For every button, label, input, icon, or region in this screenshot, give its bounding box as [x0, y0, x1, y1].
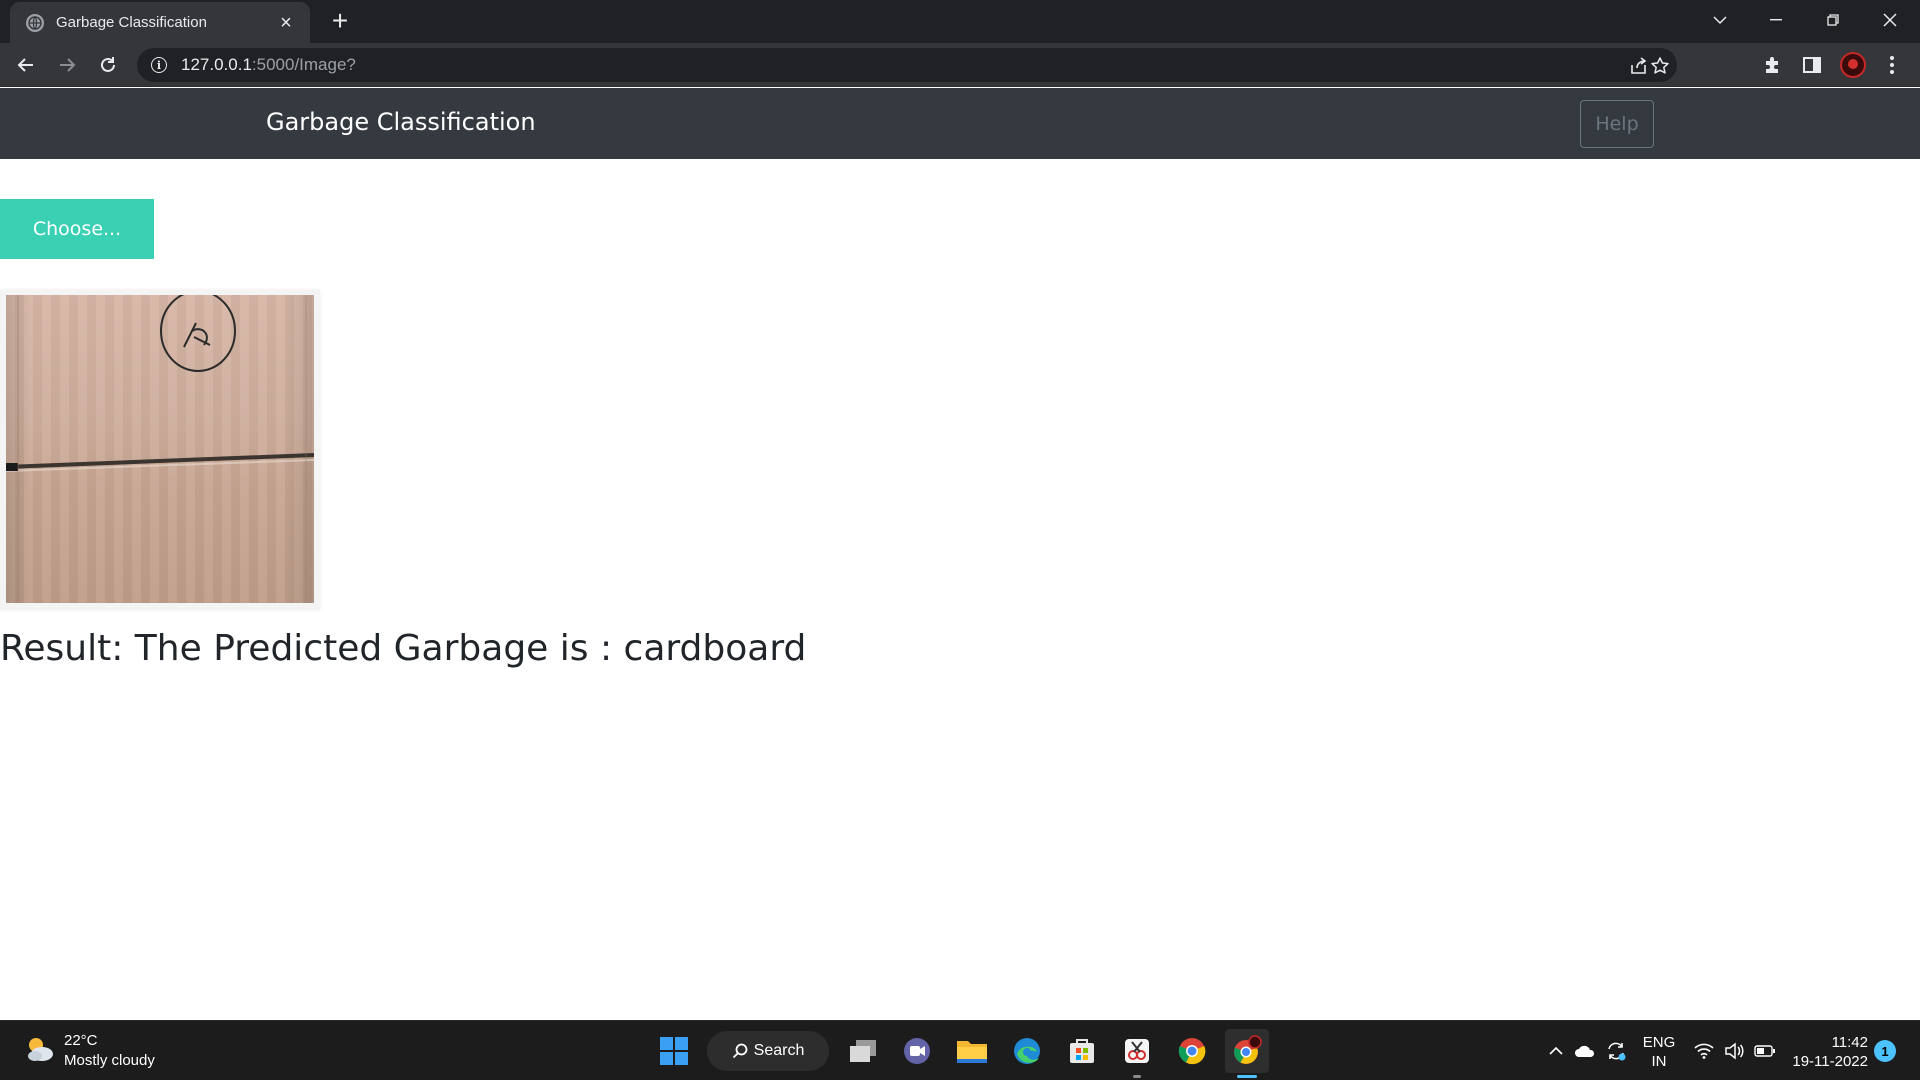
globe-icon [26, 13, 44, 32]
more-menu-icon[interactable] [1880, 53, 1904, 77]
task-view-icon[interactable] [841, 1029, 885, 1073]
windows-taskbar: 22°C Mostly cloudy Search ENG IN 11:42 1… [0, 1020, 1920, 1080]
image-preview [0, 290, 320, 610]
show-hidden-icons-chevron-icon[interactable] [1544, 1021, 1568, 1081]
bookmark-star-icon[interactable] [1649, 55, 1671, 77]
minimize-icon[interactable] [1748, 0, 1804, 40]
file-explorer-icon[interactable] [950, 1029, 994, 1073]
url-host: 127.0.0.1 [181, 55, 252, 74]
notification-badge[interactable]: 1 [1874, 1040, 1896, 1062]
uploaded-cardboard-image [6, 295, 314, 603]
clock-time: 11:42 [1831, 1034, 1868, 1051]
share-icon[interactable] [1628, 55, 1650, 77]
language-code: ENG [1642, 1034, 1676, 1051]
start-button[interactable] [652, 1029, 696, 1073]
wifi-icon[interactable] [1692, 1021, 1716, 1081]
snipping-tool-icon[interactable] [1115, 1029, 1159, 1073]
brand-title[interactable]: Garbage Classification [266, 108, 536, 136]
forward-arrow-icon[interactable] [51, 49, 83, 81]
tab-title: Garbage Classification [56, 14, 207, 31]
profile-avatar[interactable] [1840, 52, 1866, 78]
snipping-tool-running-indicator [1133, 1075, 1141, 1078]
language-region: IN [1651, 1053, 1667, 1070]
side-panel-icon[interactable] [1800, 53, 1824, 77]
teams-chat-icon[interactable] [895, 1029, 939, 1073]
system-clock[interactable]: 11:42 19-11-2022 [1788, 1033, 1868, 1071]
back-arrow-icon[interactable] [10, 49, 42, 81]
battery-icon[interactable] [1752, 1021, 1778, 1081]
tab-search-icon[interactable] [1692, 0, 1748, 40]
new-tab-button[interactable]: + [325, 6, 355, 36]
weather-description: Mostly cloudy [64, 1052, 155, 1069]
restore-icon[interactable] [1805, 0, 1861, 40]
extensions-puzzle-icon[interactable] [1760, 53, 1784, 77]
edge-browser-icon[interactable] [1005, 1029, 1049, 1073]
volume-icon[interactable] [1722, 1021, 1746, 1081]
url-path: :5000/Image? [251, 55, 356, 74]
chrome-active-indicator [1237, 1075, 1257, 1078]
tab-close-icon[interactable]: × [276, 13, 296, 33]
choose-file-button[interactable]: Choose... [0, 199, 154, 259]
chrome-icon[interactable] [1170, 1029, 1214, 1073]
help-button[interactable]: Help [1580, 100, 1654, 148]
search-label: Search [753, 1042, 805, 1059]
microsoft-store-icon[interactable] [1060, 1029, 1104, 1073]
chrome-profile-icon[interactable] [1225, 1029, 1269, 1073]
browser-toolbar: i 127.0.0.1:5000/Image? [0, 43, 1920, 87]
weather-temperature: 22°C [64, 1032, 98, 1049]
weather-widget[interactable]: 22°C Mostly cloudy [24, 1031, 155, 1071]
partly-cloudy-icon [24, 1034, 56, 1069]
prediction-result: Result: The Predicted Garbage is : cardb… [0, 628, 807, 669]
browser-tab-strip: Garbage Classification × + [0, 0, 1920, 43]
language-indicator[interactable]: ENG IN [1640, 1033, 1678, 1071]
clock-date: 19-11-2022 [1792, 1053, 1868, 1070]
site-info-icon[interactable]: i [151, 57, 167, 73]
url-text: 127.0.0.1:5000/Image? [181, 55, 356, 75]
close-window-icon[interactable] [1862, 0, 1918, 40]
onedrive-cloud-icon[interactable] [1572, 1021, 1598, 1081]
address-bar[interactable]: i 127.0.0.1:5000/Image? [137, 48, 1677, 82]
search-icon [732, 1043, 748, 1059]
site-navbar: Garbage Classification Help [0, 88, 1920, 159]
browser-tab[interactable]: Garbage Classification × [10, 2, 310, 43]
taskbar-search[interactable]: Search [707, 1031, 829, 1071]
reload-icon[interactable] [92, 49, 124, 81]
sync-icon[interactable] [1603, 1021, 1629, 1081]
